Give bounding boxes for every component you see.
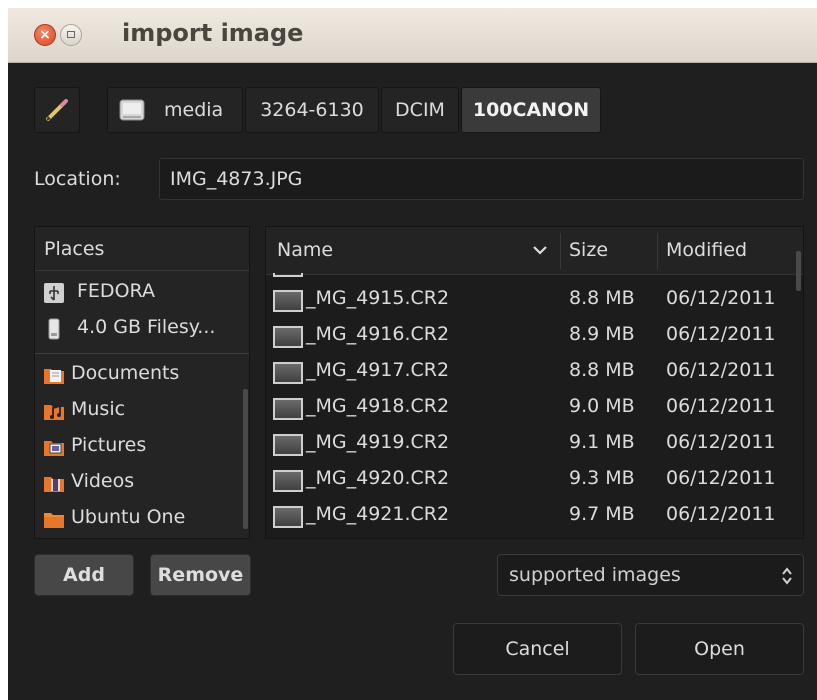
close-icon: ×	[39, 27, 51, 43]
filter-selected-value: supported images	[509, 564, 681, 586]
file-row[interactable]: _MG_4917.CR2 8.8 MB 06/12/2011	[266, 353, 803, 389]
title-bar[interactable]: × import image	[8, 8, 817, 63]
place-label: Pictures	[71, 434, 147, 456]
file-name: _MG_4920.CR2	[306, 467, 450, 489]
file-size: 9.1 MB	[569, 431, 635, 453]
image-file-icon	[273, 290, 303, 312]
videos-folder-icon	[44, 477, 64, 492]
path-button-100canon[interactable]: 100CANON	[461, 87, 601, 133]
pencil-icon	[46, 99, 68, 121]
file-size: 8.8 MB	[569, 287, 635, 309]
file-size: 8.8 MB	[569, 359, 635, 381]
drive-icon	[119, 99, 145, 121]
image-file-icon	[273, 398, 303, 420]
places-header: Places	[35, 227, 249, 271]
open-button[interactable]: Open	[635, 623, 804, 675]
ubuntu-one-folder-icon	[44, 513, 64, 528]
file-row[interactable]: _MG_4915.CR2 8.8 MB 06/12/2011	[266, 281, 803, 317]
places-divider	[35, 353, 249, 354]
removable-disk-icon	[48, 318, 60, 340]
path-label: DCIM	[395, 99, 445, 121]
column-divider	[657, 233, 658, 269]
place-label: Music	[71, 398, 126, 420]
place-label: 4.0 GB Filesy...	[77, 316, 216, 338]
image-file-icon	[273, 362, 303, 384]
close-button[interactable]: ×	[34, 24, 56, 46]
partial-file-icon	[273, 273, 303, 277]
place-label: Videos	[71, 470, 135, 492]
file-row[interactable]: _MG_4916.CR2 8.9 MB 06/12/2011	[266, 317, 803, 353]
file-row[interactable]: _MG_4918.CR2 9.0 MB 06/12/2011	[266, 389, 803, 425]
location-label: Location:	[34, 168, 121, 190]
usb-drive-icon	[44, 283, 64, 303]
column-header-name[interactable]: Name	[277, 239, 333, 261]
column-header-modified[interactable]: Modified	[666, 239, 747, 261]
file-row[interactable]: _MG_4919.CR2 9.1 MB 06/12/2011	[266, 425, 803, 461]
image-file-icon	[273, 470, 303, 492]
file-name: _MG_4919.CR2	[306, 431, 450, 453]
file-size: 8.9 MB	[569, 323, 635, 345]
place-label: FEDORA	[77, 280, 155, 302]
image-file-icon	[273, 326, 303, 348]
place-item-filesystem[interactable]: 4.0 GB Filesy...	[35, 311, 249, 347]
place-label: Ubuntu One	[71, 506, 186, 528]
path-label-media: media	[164, 99, 224, 121]
cancel-button[interactable]: Cancel	[453, 623, 622, 675]
edit-location-button[interactable]	[34, 87, 80, 133]
place-item-videos[interactable]: Videos	[35, 465, 249, 501]
place-item-documents[interactable]: Documents	[35, 357, 249, 393]
file-type-filter-select[interactable]: supported images	[497, 554, 804, 596]
add-bookmark-button[interactable]: Add	[34, 554, 134, 596]
file-modified: 06/12/2011	[666, 431, 776, 453]
column-header-size[interactable]: Size	[569, 239, 608, 261]
image-file-icon	[273, 434, 303, 456]
path-label: 100CANON	[472, 99, 590, 121]
remove-bookmark-button[interactable]: Remove	[150, 554, 251, 596]
file-name: _MG_4921.CR2	[306, 503, 450, 525]
file-row[interactable]: _MG_4921.CR2 9.7 MB 06/12/2011	[266, 497, 803, 533]
file-modified: 06/12/2011	[666, 395, 776, 417]
updown-arrows-icon	[782, 567, 792, 585]
places-sidebar: Places FEDORA 4.0 GB Filesy... Documents	[34, 226, 250, 539]
file-name: _MG_4918.CR2	[306, 395, 450, 417]
file-modified: 06/12/2011	[666, 323, 776, 345]
chevron-down-icon[interactable]	[532, 243, 548, 257]
column-divider	[560, 233, 561, 269]
path-label: 3264-6130	[260, 99, 364, 121]
place-item-fedora[interactable]: FEDORA	[35, 275, 249, 311]
place-label: Documents	[71, 362, 180, 384]
maximize-button[interactable]	[60, 24, 82, 46]
place-item-ubuntu-one[interactable]: Ubuntu One	[35, 501, 249, 537]
pictures-folder-icon	[44, 441, 64, 456]
file-size: 9.7 MB	[569, 503, 635, 525]
window-title: import image	[122, 19, 304, 47]
place-item-music[interactable]: Music	[35, 393, 249, 429]
place-item-pictures[interactable]: Pictures	[35, 429, 249, 465]
import-image-dialog: × import image media 3264-6130 DCIM 100C…	[8, 8, 817, 700]
file-name: _MG_4917.CR2	[306, 359, 450, 381]
maximize-icon	[67, 31, 75, 38]
file-modified: 06/12/2011	[666, 287, 776, 309]
file-name: _MG_4915.CR2	[306, 287, 450, 309]
file-modified: 06/12/2011	[666, 359, 776, 381]
image-file-icon	[273, 506, 303, 528]
file-row[interactable]: _MG_4920.CR2 9.3 MB 06/12/2011	[266, 461, 803, 497]
music-folder-icon	[44, 404, 64, 420]
file-size: 9.3 MB	[569, 467, 635, 489]
path-button-3264-6130[interactable]: 3264-6130	[245, 87, 379, 133]
file-list: Name Size Modified _MG_4915.CR2 8.8 MB 0…	[265, 226, 804, 539]
path-button-media[interactable]: media	[107, 87, 243, 133]
documents-folder-icon	[44, 369, 64, 384]
file-list-header: Name Size Modified	[266, 227, 803, 275]
places-scrollbar[interactable]	[243, 389, 248, 529]
file-size: 9.0 MB	[569, 395, 635, 417]
path-button-dcim[interactable]: DCIM	[381, 87, 459, 133]
file-modified: 06/12/2011	[666, 503, 776, 525]
location-input[interactable]: IMG_4873.JPG	[159, 158, 804, 200]
file-modified: 06/12/2011	[666, 467, 776, 489]
file-name: _MG_4916.CR2	[306, 323, 450, 345]
